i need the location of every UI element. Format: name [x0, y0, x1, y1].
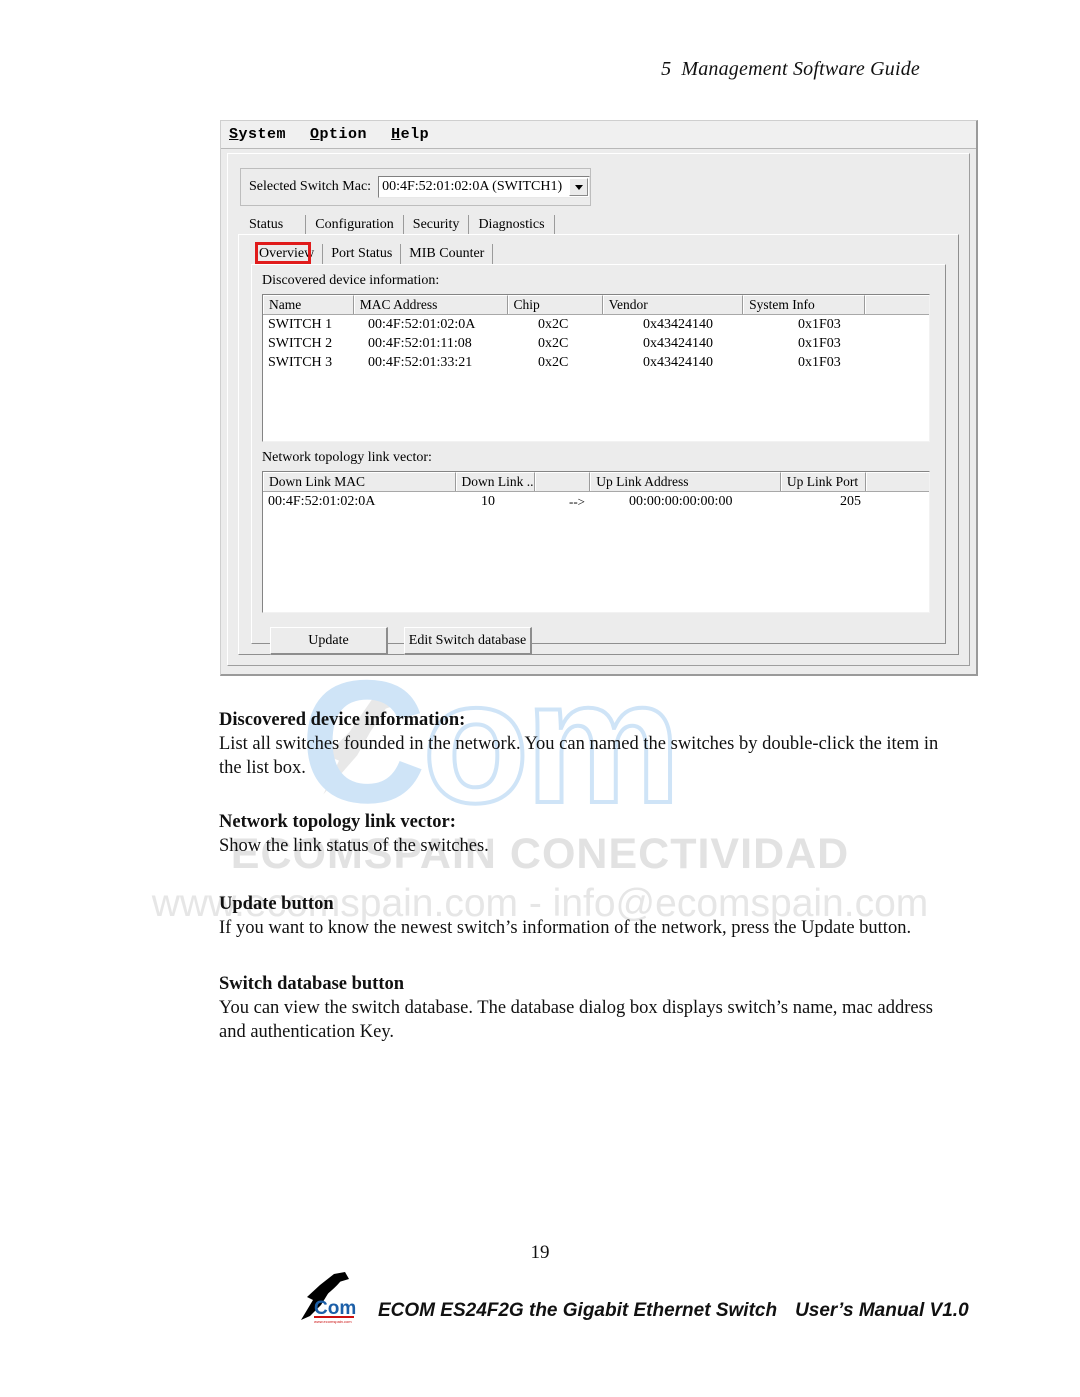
- ecom-logo: Com www.ecomspain.com: [296, 1270, 372, 1326]
- tab-status[interactable]: Status: [238, 215, 307, 236]
- ecom-logo-svg: Com www.ecomspain.com: [301, 1272, 356, 1324]
- primary-tab-strip: Status Configuration Security Diagnostic…: [238, 212, 959, 236]
- column-header-system-info[interactable]: System Info: [743, 295, 866, 314]
- cell-name: SWITCH 1: [268, 317, 333, 332]
- cell-chip: 0x2C: [538, 317, 569, 332]
- application-window: System Option Help Selected Switch Mac: …: [220, 120, 978, 676]
- discovered-devices-header-row: Name MAC Address Chip Vendor System Info: [263, 295, 929, 315]
- section-heading: Switch database button: [219, 974, 405, 994]
- footer-product-text: ECOM ES24F2G the Gigabit Ethernet Switch: [378, 1300, 778, 1321]
- cell-down-link-port: 10: [481, 494, 495, 509]
- table-row[interactable]: SWITCH 3 00:4F:52:01:33:21 0x2C 0x434241…: [263, 353, 929, 372]
- cell-up-link-address: 00:00:00:00:00:00: [629, 494, 733, 509]
- page-number: 19: [530, 1242, 550, 1263]
- cell-name: SWITCH 2: [268, 336, 333, 351]
- menu-system[interactable]: System: [229, 126, 286, 143]
- section-heading: Update button: [219, 894, 334, 914]
- combo-dropdown-button[interactable]: [569, 178, 588, 196]
- column-header-vendor[interactable]: Vendor: [602, 295, 744, 314]
- cell-vendor: 0x43424140: [643, 336, 713, 351]
- menu-help-accel: H: [391, 126, 401, 143]
- cell-direction-arrow: -->: [569, 494, 585, 509]
- tab-configuration[interactable]: Configuration: [306, 215, 404, 236]
- discovered-devices-listview[interactable]: Name MAC Address Chip Vendor System Info…: [262, 294, 930, 442]
- section-heading-suffix: :: [459, 710, 466, 730]
- footer-manual-text: User’s Manual V1.0: [795, 1300, 969, 1321]
- menu-system-label: ystem: [238, 126, 287, 143]
- cell-mac-address: 00:4F:52:01:33:21: [368, 355, 473, 370]
- edit-switch-database-button[interactable]: Edit Switch database: [404, 627, 532, 655]
- tab-overview[interactable]: Overview: [251, 242, 324, 265]
- column-header-chip[interactable]: Chip: [507, 295, 603, 314]
- section-update-button: Update button If you want to know the ne…: [219, 892, 941, 940]
- section-network-topology-link-vector: Network topology link vector: Show the l…: [219, 810, 941, 858]
- section-discovered-device-information: Discovered device information: List all …: [219, 708, 941, 780]
- menu-option-label: ption: [319, 126, 368, 143]
- menu-bar: System Option Help: [221, 121, 976, 149]
- table-row[interactable]: SWITCH 2 00:4F:52:01:11:08 0x2C 0x434241…: [263, 334, 929, 353]
- cell-vendor: 0x43424140: [643, 355, 713, 370]
- section-heading: Discovered device information:: [219, 708, 941, 732]
- chevron-down-icon: [574, 184, 583, 190]
- cell-system-info: 0x1F03: [798, 317, 841, 332]
- section-heading: Network topology link vector:: [219, 812, 456, 832]
- column-header-up-link-port[interactable]: Up Link Port: [780, 472, 867, 491]
- menu-system-accel: S: [229, 126, 239, 143]
- section-paragraph: If you want to know the newest switch’s …: [219, 918, 912, 938]
- cell-chip: 0x2C: [538, 336, 569, 351]
- selected-switch-value: 00:4F:52:01:02:0A (SWITCH1): [382, 179, 563, 194]
- cell-up-link-port: 205: [840, 494, 861, 509]
- selected-switch-combobox[interactable]: 00:4F:52:01:02:0A (SWITCH1): [378, 176, 590, 198]
- chapter-number: 5: [661, 58, 672, 80]
- section-paragraph: List all switches founded in the network…: [219, 734, 939, 778]
- column-header-direction[interactable]: [535, 472, 591, 491]
- cell-name: SWITCH 3: [268, 355, 333, 370]
- tab-mib-counter[interactable]: MIB Counter: [401, 244, 494, 265]
- network-topology-label: Network topology link vector:: [262, 450, 432, 465]
- menu-help[interactable]: Help: [391, 126, 429, 143]
- cell-system-info: 0x1F03: [798, 336, 841, 351]
- section-switch-database-button: Switch database button You can view the …: [219, 972, 941, 1044]
- cell-down-link-mac: 00:4F:52:01:02:0A: [268, 494, 376, 509]
- primary-tab-panel: Overview Port Status MIB Counter Discove…: [238, 234, 959, 655]
- column-header-down-link-mac[interactable]: Down Link MAC: [263, 472, 456, 491]
- column-header-name[interactable]: Name: [263, 295, 354, 314]
- table-row[interactable]: 00:4F:52:01:02:0A 10 --> 00:00:00:00:00:…: [263, 492, 929, 511]
- column-header-up-link-address[interactable]: Up Link Address: [590, 472, 781, 491]
- section-paragraph: You can view the switch database. The da…: [219, 998, 933, 1042]
- cell-mac-address: 00:4F:52:01:02:0A: [368, 317, 476, 332]
- page-footer: Com www.ecomspain.com ECOM ES24F2G the G…: [296, 1270, 969, 1326]
- tab-diagnostics[interactable]: Diagnostics: [469, 215, 555, 236]
- column-header-mac-address[interactable]: MAC Address: [353, 295, 508, 314]
- tab-port-status[interactable]: Port Status: [323, 244, 402, 265]
- section-paragraph: Show the link status of the switches.: [219, 836, 489, 856]
- cell-chip: 0x2C: [538, 355, 569, 370]
- secondary-tab-strip: Overview Port Status MIB Counter: [251, 242, 948, 265]
- network-topology-listview[interactable]: Down Link MAC Down Link ... Up Link Addr…: [262, 471, 930, 613]
- menu-option[interactable]: Option: [310, 126, 367, 143]
- column-header-spacer[interactable]: [865, 295, 929, 314]
- page-header: 5 Management Software Guide: [661, 58, 920, 81]
- menu-help-label: elp: [400, 126, 430, 143]
- cell-system-info: 0x1F03: [798, 355, 841, 370]
- selected-switch-group: Selected Switch Mac: 00:4F:52:01:02:0A (…: [240, 168, 591, 206]
- ecom-logo-wordmark: Com: [314, 1298, 356, 1319]
- section-heading-text: Discovered device information: [219, 710, 460, 730]
- overview-panel: Discovered device information: Name MAC …: [251, 264, 946, 655]
- chapter-title: Management Software Guide: [681, 58, 920, 80]
- column-header-down-link-port[interactable]: Down Link ...: [455, 472, 536, 491]
- cell-mac-address: 00:4F:52:01:11:08: [368, 336, 472, 351]
- cell-vendor: 0x43424140: [643, 317, 713, 332]
- discovered-devices-label: Discovered device information:: [262, 273, 440, 288]
- update-button[interactable]: Update: [270, 627, 388, 655]
- footer-text: ECOM ES24F2G the Gigabit Ethernet Switch…: [378, 1300, 969, 1326]
- ecom-logo-url: www.ecomspain.com: [314, 1319, 352, 1324]
- window-client-area: Selected Switch Mac: 00:4F:52:01:02:0A (…: [227, 153, 970, 666]
- selected-switch-label: Selected Switch Mac:: [249, 179, 372, 194]
- topology-header-row: Down Link MAC Down Link ... Up Link Addr…: [263, 472, 929, 492]
- table-row[interactable]: SWITCH 1 00:4F:52:01:02:0A 0x2C 0x434241…: [263, 315, 929, 334]
- column-header-spacer[interactable]: [866, 472, 929, 491]
- tab-security[interactable]: Security: [403, 215, 470, 236]
- menu-option-accel: O: [310, 126, 320, 143]
